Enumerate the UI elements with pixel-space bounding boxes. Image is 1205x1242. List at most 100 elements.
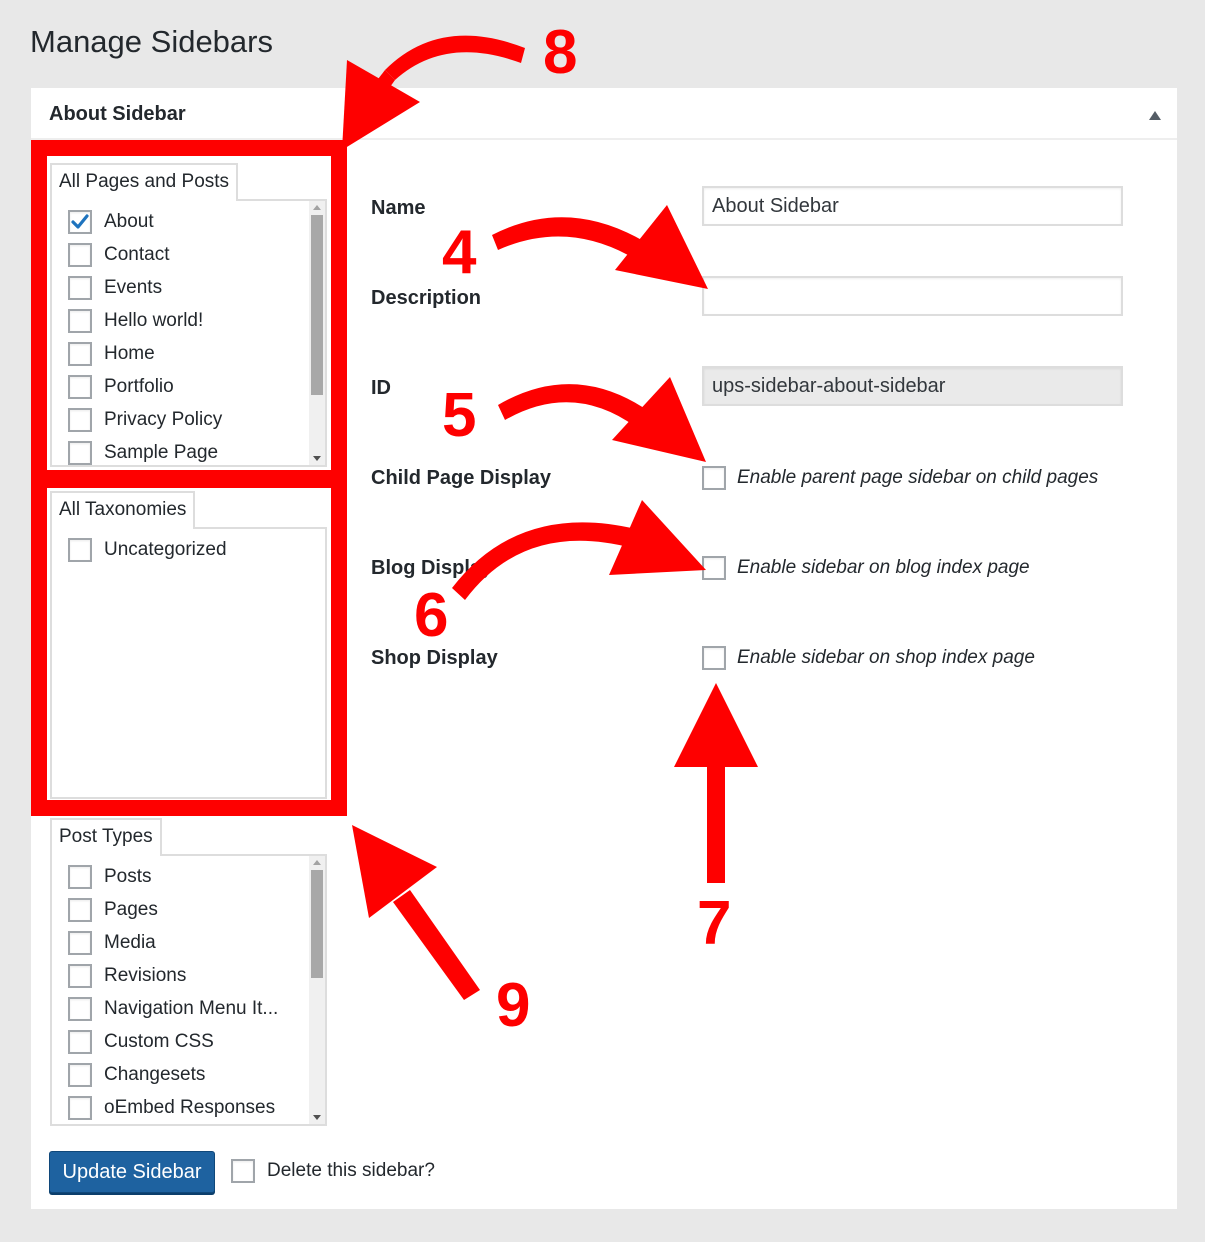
checkbox[interactable] bbox=[68, 341, 92, 366]
child-page-option[interactable]: Enable parent page sidebar on child page… bbox=[702, 466, 1098, 490]
checkbox[interactable] bbox=[68, 407, 92, 432]
panel-title: About Sidebar bbox=[49, 103, 186, 125]
delete-sidebar-option[interactable]: Delete this sidebar? bbox=[231, 1159, 435, 1183]
child-page-option-label: Enable parent page sidebar on child page… bbox=[737, 467, 1099, 488]
update-sidebar-button[interactable]: Update Sidebar bbox=[49, 1151, 215, 1193]
list-item-label: Events bbox=[104, 276, 163, 298]
child-page-display-label: Child Page Display bbox=[371, 467, 552, 489]
checkbox[interactable] bbox=[68, 1029, 92, 1054]
list-item-label: Hello world! bbox=[104, 309, 204, 331]
list-item[interactable]: About bbox=[52, 205, 325, 238]
list-item-label: Uncategorized bbox=[104, 538, 227, 560]
list-item-label: Posts bbox=[104, 865, 152, 887]
list-item[interactable]: Media bbox=[52, 926, 325, 959]
collapse-toggle-button[interactable] bbox=[1147, 108, 1163, 122]
list-item[interactable]: Hello world! bbox=[52, 304, 325, 337]
blog-checkbox[interactable] bbox=[702, 556, 726, 580]
tab-all-pages-posts[interactable]: All Pages and Posts bbox=[50, 163, 239, 201]
list-item-label: Pages bbox=[104, 898, 158, 920]
scroll-thumb[interactable] bbox=[311, 215, 323, 395]
list-item[interactable]: Privacy Policy bbox=[52, 403, 325, 436]
list-item-label: About bbox=[104, 210, 154, 232]
list-item[interactable]: oEmbed Responses bbox=[52, 1091, 325, 1124]
pages-posts-list: About Contact Events Hello world! Home Portfo… bbox=[50, 199, 327, 467]
list-item[interactable]: Revisions bbox=[52, 959, 325, 992]
list-item[interactable]: Changesets bbox=[52, 1058, 325, 1091]
shop-option[interactable]: Enable sidebar on shop index page bbox=[702, 646, 1035, 670]
name-label: Name bbox=[371, 197, 426, 219]
list-item[interactable]: Navigation Menu It... bbox=[52, 992, 325, 1025]
checkbox[interactable] bbox=[68, 864, 92, 889]
list-item[interactable]: Events bbox=[52, 271, 325, 304]
list-item[interactable]: Pages bbox=[52, 893, 325, 926]
checkbox[interactable] bbox=[68, 209, 92, 234]
tab-all-taxonomies[interactable]: All Taxonomies bbox=[50, 491, 196, 529]
scroll-up-icon[interactable] bbox=[313, 860, 321, 865]
id-label: ID bbox=[371, 377, 391, 399]
list-item-label: Sample Page bbox=[104, 441, 219, 463]
tab-post-types[interactable]: Post Types bbox=[50, 818, 162, 856]
annotation-number-9: 9 bbox=[496, 971, 531, 1040]
annotation-number-4: 4 bbox=[442, 218, 477, 287]
checkbox[interactable] bbox=[68, 275, 92, 300]
annotation-arrow-8 bbox=[385, 35, 525, 80]
list-item-label: Custom CSS bbox=[104, 1030, 214, 1052]
scroll-up-icon[interactable] bbox=[313, 205, 321, 210]
panel-header[interactable]: About Sidebar bbox=[31, 88, 1177, 140]
list-item-label: Contact bbox=[104, 243, 170, 265]
taxonomies-list: Uncategorized bbox=[50, 527, 327, 799]
checkbox[interactable] bbox=[68, 537, 92, 562]
list-item[interactable]: Home bbox=[52, 337, 325, 370]
list-item-label: Home bbox=[104, 342, 155, 364]
checkbox[interactable] bbox=[68, 996, 92, 1021]
checkbox[interactable] bbox=[68, 1062, 92, 1087]
blog-option-label: Enable sidebar on blog index page bbox=[737, 557, 1030, 578]
checkbox[interactable] bbox=[68, 374, 92, 399]
list-item-label: Revisions bbox=[104, 964, 187, 986]
shop-checkbox[interactable] bbox=[702, 646, 726, 670]
checkbox[interactable] bbox=[68, 242, 92, 267]
delete-sidebar-checkbox[interactable] bbox=[231, 1159, 255, 1183]
blog-display-label: Blog Display bbox=[371, 557, 493, 579]
list-item-label: Changesets bbox=[104, 1063, 206, 1085]
post-types-list: Posts Pages Media Revisions Navigation Menu … bbox=[50, 854, 327, 1126]
list-item[interactable]: Uncategorized bbox=[52, 533, 325, 566]
scroll-thumb[interactable] bbox=[311, 870, 323, 978]
scroll-down-icon[interactable] bbox=[313, 456, 321, 461]
page-title: Manage Sidebars bbox=[30, 24, 273, 59]
post-types-box: Post Types Posts Pages Media Revisions Navig… bbox=[50, 818, 327, 1126]
name-input[interactable] bbox=[702, 186, 1123, 226]
list-item-label: Privacy Policy bbox=[104, 408, 223, 430]
list-item[interactable]: Posts bbox=[52, 860, 325, 893]
list-item[interactable]: Contact bbox=[52, 238, 325, 271]
description-input[interactable] bbox=[702, 276, 1123, 316]
list-item[interactable]: Portfolio bbox=[52, 370, 325, 403]
list-item[interactable]: Sample Page bbox=[52, 436, 325, 465]
triangle-up-icon bbox=[1149, 110, 1161, 120]
checkbox[interactable] bbox=[68, 897, 92, 922]
shop-option-label: Enable sidebar on shop index page bbox=[737, 647, 1035, 668]
checkbox[interactable] bbox=[68, 308, 92, 333]
list-item-label: oEmbed Responses bbox=[104, 1096, 276, 1118]
checkbox[interactable] bbox=[68, 930, 92, 955]
annotation-number-5: 5 bbox=[442, 381, 477, 450]
annotation-number-7: 7 bbox=[697, 889, 732, 958]
annotation-number-8: 8 bbox=[543, 18, 578, 87]
checkbox[interactable] bbox=[68, 963, 92, 988]
checkbox[interactable] bbox=[68, 440, 92, 465]
list-item[interactable]: Custom CSS bbox=[52, 1025, 325, 1058]
pages-posts-box: All Pages and Posts About Contact Events He… bbox=[50, 163, 327, 467]
shop-display-label: Shop Display bbox=[371, 647, 498, 669]
list-item-label: Media bbox=[104, 931, 156, 953]
post-types-scrollbar[interactable] bbox=[309, 856, 325, 1124]
delete-sidebar-label: Delete this sidebar? bbox=[267, 1160, 435, 1181]
blog-option[interactable]: Enable sidebar on blog index page bbox=[702, 556, 1030, 580]
child-page-checkbox[interactable] bbox=[702, 466, 726, 490]
pages-posts-scrollbar[interactable] bbox=[309, 201, 325, 465]
taxonomies-box: All Taxonomies Uncategorized bbox=[50, 491, 327, 801]
id-input[interactable] bbox=[702, 366, 1123, 406]
list-item-label: Navigation Menu It... bbox=[104, 997, 279, 1019]
scroll-down-icon[interactable] bbox=[313, 1115, 321, 1120]
checkbox[interactable] bbox=[68, 1095, 92, 1120]
description-label: Description bbox=[371, 287, 482, 309]
